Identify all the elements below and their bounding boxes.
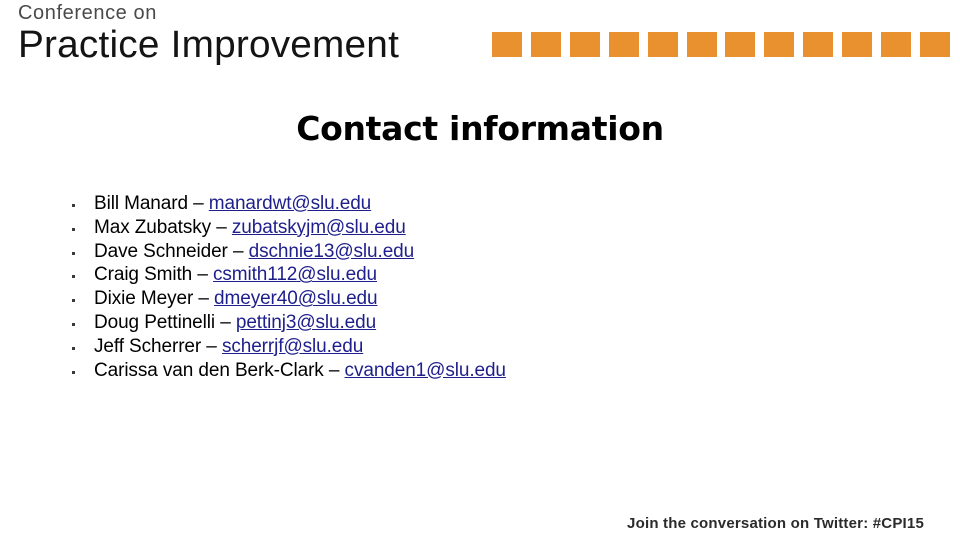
decoration-square: [569, 32, 600, 57]
contact-email-link[interactable]: zubatskyjm@slu.edu: [232, 217, 406, 238]
bullet-icon: [72, 251, 75, 255]
contact-list-item: Doug Pettinelli – pettinj3@slu.edu: [66, 311, 906, 335]
contact-email-link[interactable]: scherrjf@slu.edu: [222, 336, 363, 357]
decoration-square: [881, 32, 912, 57]
contact-email-link[interactable]: manardwt@slu.edu: [209, 193, 371, 214]
slide-header-band: Conference on Practice Improvement: [0, 0, 960, 72]
decoration-square: [919, 32, 950, 57]
conference-logo: Conference on Practice Improvement: [18, 2, 488, 66]
bullet-icon: [72, 299, 75, 303]
name-email-separator: –: [323, 359, 345, 381]
name-email-separator: –: [211, 216, 232, 238]
name-email-separator: –: [193, 288, 215, 310]
name-email-separator: –: [187, 193, 209, 214]
contact-name: Craig Smith: [94, 264, 193, 286]
bullet-icon: [72, 204, 75, 207]
contact-list-item: Dixie Meyer – dmeyer40@slu.edu: [66, 287, 906, 311]
bullet-icon: [72, 227, 75, 231]
bullet-icon: [72, 322, 75, 326]
logo-line-conference-on: Conference on: [18, 2, 158, 24]
bullet-icon: [72, 370, 75, 374]
contact-name: Max Zubatsky: [94, 216, 212, 238]
contact-list: Bill Manard – manardwt@slu.edu Max Zubats…: [66, 192, 906, 382]
logo-line-practice-improvement: Practice Improvement: [18, 24, 400, 66]
contact-name: Dave Schneider: [94, 240, 228, 262]
decoration-square: [608, 32, 639, 57]
bullet-icon: [72, 275, 75, 279]
contact-list-item: Jeff Scherrer – scherrjf@slu.edu: [66, 335, 906, 359]
name-email-separator: –: [192, 264, 213, 286]
contact-email-link[interactable]: dmeyer40@slu.edu: [214, 288, 378, 309]
orange-square-decoration-strip: [492, 32, 950, 57]
contact-email-link[interactable]: pettinj3@slu.edu: [236, 312, 376, 333]
page-title: Contact information: [296, 109, 664, 148]
contact-email-link[interactable]: csmith112@slu.edu: [213, 264, 377, 285]
contact-name: Doug Pettinelli: [94, 311, 216, 333]
decoration-square: [647, 32, 678, 57]
contact-list-item: Max Zubatsky – zubatskyjm@slu.edu: [66, 216, 906, 240]
decoration-square: [803, 32, 834, 57]
name-email-separator: –: [215, 311, 236, 333]
bullet-icon: [72, 346, 75, 350]
decoration-square: [764, 32, 795, 57]
decoration-square: [492, 32, 522, 57]
contact-name: Carissa van den Berk-Clark: [94, 359, 324, 381]
contact-list-item: Bill Manard – manardwt@slu.edu: [66, 192, 906, 216]
decoration-square: [686, 32, 717, 57]
decoration-square: [725, 32, 756, 57]
contact-list-item: Carissa van den Berk-Clark – cvanden1@sl…: [66, 359, 906, 383]
contact-email-link[interactable]: cvanden1@slu.edu: [345, 360, 506, 381]
decoration-square: [530, 32, 561, 57]
contact-name: Jeff Scherrer: [94, 335, 202, 357]
decoration-square: [842, 32, 873, 57]
contact-name: Dixie Meyer: [94, 288, 194, 310]
contact-email-link[interactable]: dschnie13@slu.edu: [249, 241, 415, 262]
contact-list-item: Dave Schneider – dschnie13@slu.edu: [66, 240, 906, 264]
contact-list-item: Craig Smith – csmith112@slu.edu: [66, 263, 906, 287]
contact-name: Bill Manard: [94, 193, 188, 214]
twitter-hashtag-note: Join the conversation on Twitter: #CPI15: [627, 515, 924, 532]
name-email-separator: –: [201, 335, 222, 357]
name-email-separator: –: [227, 240, 249, 262]
